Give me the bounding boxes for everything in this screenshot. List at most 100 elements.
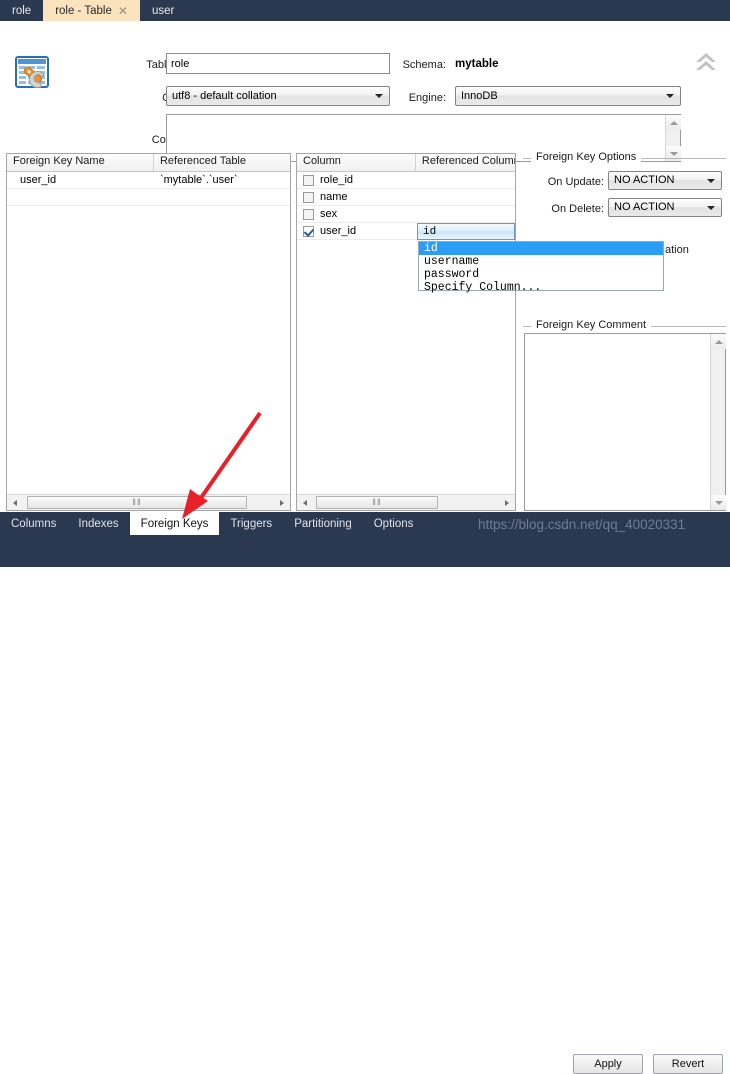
column-cell: sex — [297, 208, 416, 220]
column-cell: role_id — [297, 174, 416, 186]
table-row-empty[interactable] — [7, 189, 290, 206]
chevron-down-icon — [707, 205, 715, 210]
tab-label: Indexes — [78, 517, 119, 530]
collation-select[interactable]: utf8 - default collation — [166, 86, 390, 106]
referenced-column-dropdown-list[interactable]: id username password Specify Column... — [418, 241, 664, 294]
column-cell: user_id — [297, 225, 416, 237]
table-editor-icon — [14, 53, 58, 99]
engine-label: Engine: — [408, 92, 446, 104]
table-row-empty[interactable] — [7, 206, 290, 222]
foreign-key-options-title: Foreign Key Options — [531, 151, 642, 163]
list-item[interactable]: name — [297, 189, 515, 206]
scroll-right-icon[interactable] — [274, 495, 290, 510]
tab-label: Foreign Keys — [140, 517, 209, 530]
column-checkbox[interactable] — [303, 191, 314, 203]
column-checkbox[interactable] — [303, 208, 314, 220]
hscroll-track[interactable]: ‖‖ — [23, 495, 274, 510]
collapse-header-button[interactable] — [692, 49, 720, 75]
referenced-column-combobox[interactable]: id — [417, 223, 515, 240]
tab-label: Columns — [11, 517, 57, 530]
referenced-table-cell[interactable]: `mytable`.`user` — [154, 174, 290, 186]
on-delete-select[interactable]: NO ACTION — [608, 198, 722, 217]
chevron-down-icon — [707, 178, 715, 183]
referenced-column-value: id — [423, 225, 437, 238]
on-delete-value: NO ACTION — [614, 201, 675, 213]
apply-button[interactable]: Apply — [573, 1054, 643, 1074]
list-item[interactable]: sex — [297, 206, 515, 223]
column-checkbox[interactable] — [303, 174, 314, 186]
foreign-key-comment-group: Foreign Key Comment — [523, 319, 726, 333]
scroll-up-icon[interactable] — [711, 334, 726, 349]
table-name-input[interactable]: role — [166, 53, 390, 74]
engine-select[interactable]: InnoDB — [455, 86, 681, 106]
schema-label: Schema: — [402, 59, 446, 71]
scroll-down-icon[interactable] — [711, 495, 726, 510]
column-header-referenced-column[interactable]: Referenced Column — [416, 154, 515, 171]
grip-icon: ‖‖ — [372, 497, 382, 507]
column-list-panel[interactable]: Column Referenced Column role_id name se… — [296, 153, 516, 511]
dropdown-option-username[interactable]: username — [419, 255, 663, 268]
column-list-header: Column Referenced Column — [297, 154, 515, 172]
table-row[interactable]: user_id `mytable`.`user` — [7, 172, 290, 189]
hscroll-track[interactable]: ‖‖ — [313, 495, 499, 510]
foreign-key-list-header: Foreign Key Name Referenced Table — [7, 154, 290, 172]
dropdown-option-specify-column[interactable]: Specify Column... — [419, 281, 663, 294]
schema-value: mytable — [455, 58, 499, 70]
tab-label: Triggers — [230, 517, 273, 530]
document-tab-label: role - Table — [55, 4, 112, 17]
foreign-key-list-hscrollbar[interactable]: ‖‖ — [7, 494, 290, 510]
on-update-value: NO ACTION — [614, 174, 675, 186]
foreign-key-comment-title: Foreign Key Comment — [531, 319, 652, 331]
scroll-left-icon[interactable] — [297, 495, 313, 510]
on-update-label: On Update: — [547, 176, 604, 188]
column-label: user_id — [320, 225, 357, 237]
close-icon[interactable]: ✕ — [118, 5, 128, 17]
tab-foreign-keys[interactable]: Foreign Keys — [129, 512, 220, 535]
on-update-select[interactable]: NO ACTION — [608, 171, 722, 190]
grip-icon: ‖‖ — [132, 497, 142, 507]
column-checkbox[interactable] — [303, 225, 314, 237]
obscured-option-label: ation — [665, 244, 689, 256]
fk-comment-scrollbar[interactable] — [710, 334, 726, 510]
column-label: sex — [320, 208, 338, 220]
scroll-up-icon[interactable] — [666, 115, 681, 130]
column-header-fk-name[interactable]: Foreign Key Name — [7, 154, 154, 171]
chevron-down-icon — [666, 94, 674, 98]
list-item[interactable]: role_id — [297, 172, 515, 189]
bottom-bar: Columns Indexes Foreign Keys Triggers Pa… — [0, 512, 730, 1074]
hscroll-thumb[interactable]: ‖‖ — [316, 496, 438, 509]
fk-name-cell[interactable]: user_id — [7, 174, 154, 186]
dropdown-option-id[interactable]: id — [419, 242, 663, 255]
editor-tab-bar: Columns Indexes Foreign Keys Triggers Pa… — [0, 512, 424, 535]
engine-value: InnoDB — [461, 89, 498, 102]
document-tab-user[interactable]: user — [140, 0, 186, 21]
document-tab-label: user — [151, 4, 175, 17]
tab-indexes[interactable]: Indexes — [67, 512, 129, 535]
tab-options[interactable]: Options — [363, 512, 425, 535]
column-label: role_id — [320, 174, 354, 186]
hscroll-thumb[interactable]: ‖‖ — [27, 496, 247, 509]
document-tab-strip: role role - Table ✕ user — [0, 0, 730, 21]
column-cell: name — [297, 191, 416, 203]
document-tab-role[interactable]: role — [0, 0, 43, 21]
tab-label: Options — [373, 517, 414, 530]
foreign-key-comment-textarea[interactable] — [524, 333, 726, 511]
watermark-text: https://blog.csdn.net/qq_40020331 — [478, 517, 686, 532]
column-header-referenced-table[interactable]: Referenced Table — [154, 154, 290, 171]
tab-triggers[interactable]: Triggers — [219, 512, 283, 535]
scroll-left-icon[interactable] — [7, 495, 23, 510]
document-tab-label: role — [12, 4, 32, 17]
tab-columns[interactable]: Columns — [0, 512, 67, 535]
foreign-key-list-panel[interactable]: Foreign Key Name Referenced Table user_i… — [6, 153, 291, 511]
dropdown-option-password[interactable]: password — [419, 268, 663, 281]
column-label: name — [320, 191, 348, 203]
document-tab-role-table[interactable]: role - Table ✕ — [43, 0, 140, 21]
column-header-column[interactable]: Column — [297, 154, 416, 171]
collation-value: utf8 - default collation — [172, 89, 277, 102]
column-list-hscrollbar[interactable]: ‖‖ — [297, 494, 515, 510]
tab-partitioning[interactable]: Partitioning — [283, 512, 363, 535]
revert-button[interactable]: Revert — [653, 1054, 723, 1074]
scroll-right-icon[interactable] — [499, 495, 515, 510]
tab-label: Partitioning — [294, 517, 352, 530]
table-header-form: Table Name: role Schema: mytable Collati… — [0, 21, 730, 162]
